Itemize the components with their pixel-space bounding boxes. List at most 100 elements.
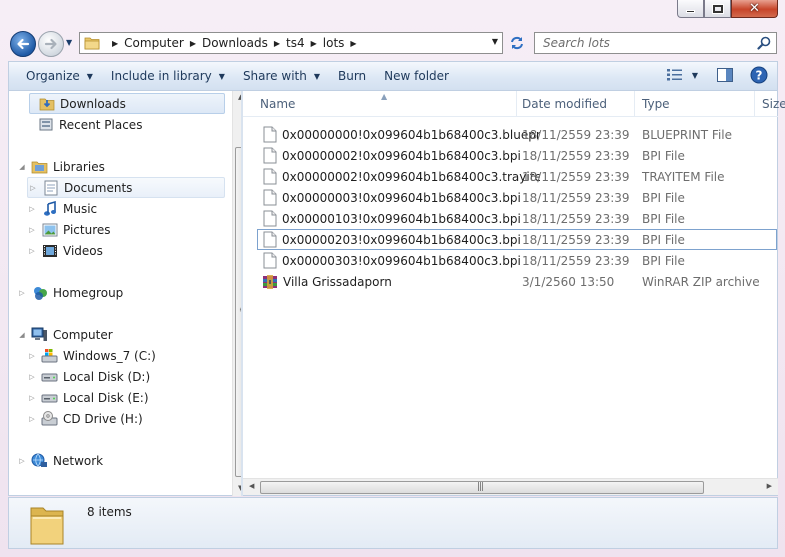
search-placeholder: Search lots (543, 36, 610, 50)
nav-item-drive-e[interactable]: ▷ Local Disk (E:) (27, 387, 148, 408)
expand-arrow-icon[interactable]: ▷ (17, 289, 27, 297)
generic-file-icon (263, 126, 277, 143)
breadcrumb-ts4[interactable]: ts4 (286, 36, 305, 50)
horizontal-scrollbar[interactable]: ◀ ||| ▶ (243, 478, 778, 495)
nav-item-drive-c[interactable]: ▷ Windows_7 (C:) (27, 345, 156, 366)
file-type: WinRAR ZIP archive (642, 274, 760, 289)
organize-button[interactable]: Organize ▼ (17, 69, 102, 83)
expand-arrow-icon[interactable]: ▷ (27, 205, 37, 213)
nav-item-drive-d[interactable]: ▷ Local Disk (D:) (27, 366, 150, 387)
expand-arrow-icon[interactable]: ▷ (27, 247, 37, 255)
file-type: BPI File (642, 190, 685, 205)
details-pane: 8 items (8, 497, 778, 549)
new-folder-button[interactable]: New folder (375, 69, 458, 83)
file-date: 18/11/2559 23:39 (522, 211, 630, 226)
local-disk-icon (41, 390, 58, 406)
expand-arrow-icon[interactable]: ▷ (27, 415, 37, 423)
nav-item-computer[interactable]: ◢ Computer (17, 324, 113, 345)
expand-arrow-icon[interactable]: ▷ (27, 352, 37, 360)
back-button[interactable] (10, 31, 36, 57)
column-header-date-modified[interactable]: Date modified (515, 91, 635, 117)
change-view-button[interactable]: ▼ (663, 66, 701, 84)
nav-item-label: Windows_7 (C:) (63, 348, 156, 363)
column-headers: ▲ Name Date modified Type Size (243, 91, 785, 117)
include-in-library-button[interactable]: Include in library ▼ (102, 69, 234, 83)
scroll-right-arrow-icon[interactable]: ▶ (767, 482, 772, 490)
forward-button[interactable] (38, 31, 64, 57)
nav-item-downloads[interactable]: Downloads (29, 93, 225, 114)
nav-item-pictures[interactable]: ▷ Pictures (27, 219, 110, 240)
command-bar: Organize ▼ Include in library ▼ Share with… (8, 61, 778, 91)
file-row[interactable]: 0x00000103!0x099604b1b68400c3.bpi 18/11/… (258, 208, 778, 229)
expand-arrow-icon[interactable]: ▷ (17, 457, 27, 465)
item-count: 8 items (87, 505, 132, 519)
grip-icon: ||| (477, 482, 484, 492)
collapse-arrow-icon[interactable]: ◢ (17, 331, 27, 339)
breadcrumb-downloads[interactable]: Downloads (202, 36, 268, 50)
file-date: 3/1/2560 13:50 (522, 274, 615, 289)
nav-item-label: Recent Places (59, 117, 143, 132)
expand-arrow-icon[interactable]: ▷ (28, 184, 38, 192)
search-icon[interactable] (757, 36, 771, 50)
breadcrumb-arrow-icon[interactable]: ▶ (112, 39, 118, 48)
breadcrumb-arrow-icon[interactable]: ▶ (311, 39, 317, 48)
minimize-button[interactable] (677, 0, 704, 18)
nav-item-label: Documents (64, 180, 133, 195)
scrollbar-thumb[interactable]: ||| (260, 481, 704, 494)
breadcrumb-computer[interactable]: Computer (124, 36, 184, 50)
breadcrumb-arrow-icon[interactable]: ▶ (350, 39, 356, 48)
expand-arrow-icon[interactable]: ▷ (27, 226, 37, 234)
file-row[interactable]: 0x00000002!0x099604b1b68400c3.bpi 18/11/… (258, 145, 778, 166)
generic-file-icon (263, 231, 277, 248)
column-header-name[interactable]: Name (253, 91, 517, 117)
file-row[interactable]: Villa Grissadaporn 3/1/2560 13:50 WinRAR… (258, 271, 778, 292)
recent-pages-dropdown-icon[interactable]: ▼ (66, 38, 72, 47)
help-icon: ? (750, 66, 768, 84)
file-row[interactable]: 0x00000000!0x099604b1b68400c3.blueprint … (258, 124, 778, 145)
computer-icon (31, 327, 48, 343)
nav-item-label: Homegroup (53, 285, 124, 300)
file-type: BLUEPRINT File (642, 127, 732, 142)
nav-item-drive-h[interactable]: ▷ CD Drive (H:) (27, 408, 143, 429)
nav-item-network[interactable]: ▷ Network (17, 450, 103, 471)
nav-item-label: Computer (53, 327, 113, 342)
burn-button[interactable]: Burn (329, 69, 375, 83)
share-with-button[interactable]: Share with ▼ (234, 69, 329, 83)
chevron-down-icon: ▼ (86, 71, 93, 81)
breadcrumb-arrow-icon[interactable]: ▶ (274, 39, 280, 48)
preview-pane-button[interactable] (715, 66, 735, 84)
file-row[interactable]: 0x00000003!0x099604b1b68400c3.bpi 18/11/… (258, 187, 778, 208)
nav-item-videos[interactable]: ▷ Videos (27, 240, 103, 261)
nav-item-documents[interactable]: ▷ Documents (27, 177, 225, 198)
help-button[interactable]: ? (749, 66, 769, 84)
file-row-focused[interactable]: 0x00000203!0x099604b1b68400c3.bpi 18/11/… (257, 229, 777, 250)
documents-icon (42, 180, 59, 196)
maximize-button[interactable] (704, 0, 731, 18)
column-header-type[interactable]: Type (635, 91, 755, 117)
file-name: Villa Grissadaporn (283, 274, 392, 289)
close-button[interactable]: ✕ (731, 0, 778, 18)
collapse-arrow-icon[interactable]: ◢ (17, 163, 27, 171)
cd-drive-icon (41, 411, 58, 427)
file-name: 0x00000003!0x099604b1b68400c3.bpi (282, 190, 521, 205)
column-header-label: Date modified (522, 97, 608, 111)
nav-item-music[interactable]: ▷ Music (27, 198, 97, 219)
expand-arrow-icon[interactable]: ▷ (27, 373, 37, 381)
breadcrumb-arrow-icon[interactable]: ▶ (190, 39, 196, 48)
nav-item-recent-places[interactable]: Recent Places (37, 114, 142, 135)
refresh-button[interactable] (505, 32, 529, 54)
breadcrumb-lots[interactable]: lots (323, 36, 345, 50)
search-input[interactable]: Search lots (534, 32, 777, 54)
maximize-icon (711, 3, 724, 14)
nav-item-libraries[interactable]: ◢ Libraries (17, 156, 105, 177)
expand-arrow-icon[interactable]: ▷ (27, 394, 37, 402)
file-row[interactable]: 0x00000303!0x099604b1b68400c3.bpi 18/11/… (258, 250, 778, 271)
address-bar[interactable]: ▶ Computer ▶ Downloads ▶ ts4 ▶ lots ▶ ▼ (79, 32, 503, 54)
column-header-size[interactable]: Size (755, 91, 785, 117)
nav-item-homegroup[interactable]: ▷ Homegroup (17, 282, 123, 303)
scroll-left-arrow-icon[interactable]: ◀ (249, 482, 254, 490)
address-dropdown-icon[interactable]: ▼ (492, 37, 498, 46)
nav-item-label: Libraries (53, 159, 105, 174)
file-row[interactable]: 0x00000002!0x099604b1b68400c3.trayitem 1… (258, 166, 778, 187)
windows-drive-icon (41, 348, 58, 364)
